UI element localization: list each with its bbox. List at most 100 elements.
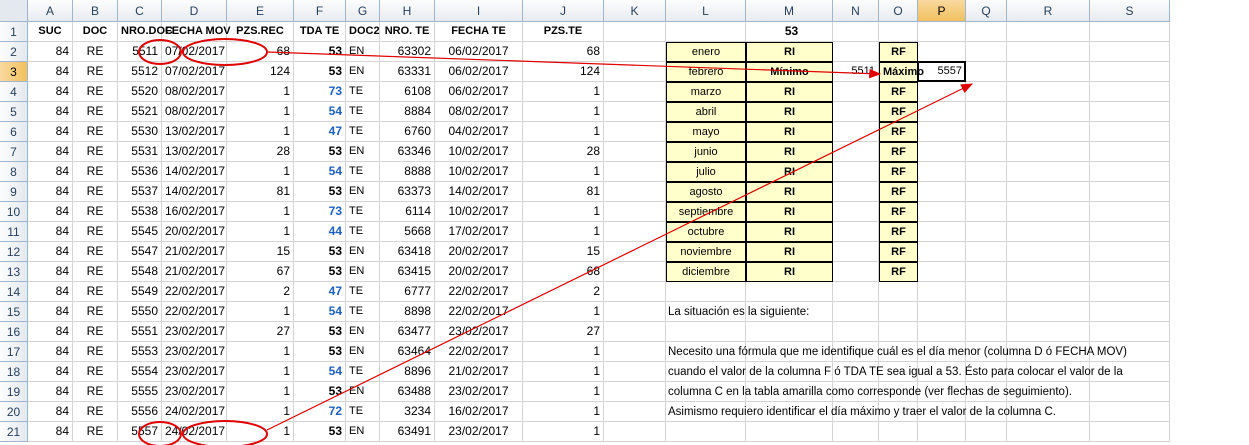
data-cell[interactable]: 63488 — [380, 382, 435, 402]
row-header-8[interactable]: 8 — [0, 162, 28, 182]
data-cell[interactable]: 1 — [523, 202, 604, 222]
grid-cell[interactable] — [604, 162, 666, 182]
column-header-o[interactable]: O — [879, 0, 918, 22]
data-cell[interactable]: 23/02/2017 — [435, 382, 523, 402]
data-cell[interactable]: 1 — [523, 422, 604, 442]
data-cell[interactable]: 24/02/2017 — [162, 422, 227, 442]
column-header-k[interactable]: K — [604, 0, 666, 22]
data-cell[interactable]: 84 — [28, 342, 73, 362]
table-header-cell[interactable]: PZS.REC — [227, 22, 294, 42]
row-header-2[interactable]: 2 — [0, 42, 28, 62]
grid-cell[interactable] — [879, 282, 918, 302]
grid-cell[interactable] — [604, 382, 666, 402]
data-cell[interactable]: 07/02/2017 — [162, 62, 227, 82]
max-value[interactable]: 5557 — [918, 62, 966, 82]
data-cell[interactable]: EN — [346, 142, 380, 162]
rf-value-cell[interactable] — [918, 222, 966, 242]
grid-cell[interactable] — [833, 422, 879, 442]
rf-label[interactable]: RF — [879, 182, 918, 202]
grid-cell[interactable] — [1090, 202, 1170, 222]
grid-cell[interactable] — [1090, 162, 1170, 182]
data-cell[interactable]: 47 — [294, 282, 346, 302]
data-cell[interactable]: 10/02/2017 — [435, 162, 523, 182]
ri-value-cell[interactable] — [833, 42, 879, 62]
data-cell[interactable]: 63331 — [380, 62, 435, 82]
data-cell[interactable]: 5554 — [118, 362, 162, 382]
row-header-5[interactable]: 5 — [0, 102, 28, 122]
grid-cell[interactable] — [1090, 142, 1170, 162]
data-cell[interactable]: EN — [346, 382, 380, 402]
select-all-corner[interactable] — [0, 0, 28, 22]
table-header-cell[interactable]: TDA TE — [294, 22, 346, 42]
rf-value-cell[interactable] — [918, 122, 966, 142]
data-cell[interactable]: RE — [73, 162, 118, 182]
month-label-diciembre[interactable]: diciembre — [666, 262, 746, 282]
data-cell[interactable]: 14/02/2017 — [435, 182, 523, 202]
data-cell[interactable]: 84 — [28, 282, 73, 302]
data-cell[interactable]: 53 — [294, 42, 346, 62]
data-cell[interactable]: 07/02/2017 — [162, 42, 227, 62]
data-cell[interactable]: 54 — [294, 102, 346, 122]
rf-value-cell[interactable] — [918, 42, 966, 62]
data-cell[interactable]: 1 — [227, 422, 294, 442]
data-cell[interactable]: 84 — [28, 82, 73, 102]
grid-cell[interactable] — [918, 322, 966, 342]
grid-cell[interactable] — [966, 22, 1007, 42]
row-header-12[interactable]: 12 — [0, 242, 28, 262]
grid-cell[interactable] — [1090, 382, 1170, 402]
data-cell[interactable]: TE — [346, 102, 380, 122]
rf-value-cell[interactable] — [918, 142, 966, 162]
grid-cell[interactable] — [1007, 162, 1090, 182]
row-header-7[interactable]: 7 — [0, 142, 28, 162]
data-cell[interactable]: 23/02/2017 — [435, 322, 523, 342]
data-cell[interactable]: 5557 — [118, 422, 162, 442]
grid-cell[interactable] — [879, 422, 918, 442]
ri-value-cell[interactable] — [833, 122, 879, 142]
grid-cell[interactable] — [1090, 102, 1170, 122]
table-header-cell[interactable]: FECHA MOV — [162, 22, 231, 42]
grid-cell[interactable] — [833, 322, 879, 342]
data-cell[interactable]: RE — [73, 222, 118, 242]
data-cell[interactable]: 84 — [28, 362, 73, 382]
data-cell[interactable]: 22/02/2017 — [162, 282, 227, 302]
data-cell[interactable]: 63491 — [380, 422, 435, 442]
data-cell[interactable]: 1 — [523, 342, 604, 362]
ri-label[interactable]: RI — [746, 82, 833, 102]
data-cell[interactable]: RE — [73, 142, 118, 162]
data-cell[interactable]: 63464 — [380, 342, 435, 362]
data-cell[interactable]: 06/02/2017 — [435, 42, 523, 62]
data-cell[interactable]: TE — [346, 202, 380, 222]
data-cell[interactable]: 20/02/2017 — [162, 222, 227, 242]
data-cell[interactable]: 1 — [227, 302, 294, 322]
data-cell[interactable]: 84 — [28, 202, 73, 222]
rf-value-cell[interactable] — [918, 202, 966, 222]
data-cell[interactable]: 6114 — [380, 202, 435, 222]
grid-cell[interactable] — [1007, 322, 1090, 342]
grid-cell[interactable] — [1090, 402, 1170, 422]
data-cell[interactable]: 1 — [523, 162, 604, 182]
data-cell[interactable]: RE — [73, 262, 118, 282]
data-cell[interactable]: 06/02/2017 — [435, 62, 523, 82]
data-cell[interactable]: 5511 — [118, 42, 162, 62]
data-cell[interactable]: 24/02/2017 — [162, 402, 227, 422]
grid-cell[interactable] — [1007, 422, 1090, 442]
grid-cell[interactable] — [879, 322, 918, 342]
month-label-mayo[interactable]: mayo — [666, 122, 746, 142]
data-cell[interactable]: EN — [346, 262, 380, 282]
grid-cell[interactable] — [746, 422, 833, 442]
column-header-f[interactable]: F — [294, 0, 346, 22]
grid-cell[interactable] — [966, 262, 1007, 282]
rf-value-cell[interactable] — [918, 182, 966, 202]
column-header-c[interactable]: C — [118, 0, 162, 22]
grid-cell[interactable] — [966, 322, 1007, 342]
data-cell[interactable]: 20/02/2017 — [435, 262, 523, 282]
data-cell[interactable]: 63373 — [380, 182, 435, 202]
ri-label[interactable]: RI — [746, 262, 833, 282]
rf-label[interactable]: RF — [879, 222, 918, 242]
grid-cell[interactable] — [966, 242, 1007, 262]
grid-cell[interactable] — [966, 302, 1007, 322]
data-cell[interactable]: 1 — [523, 82, 604, 102]
data-cell[interactable]: RE — [73, 302, 118, 322]
month-label-febrero[interactable]: febrero — [666, 62, 746, 82]
data-cell[interactable]: 08/02/2017 — [162, 102, 227, 122]
